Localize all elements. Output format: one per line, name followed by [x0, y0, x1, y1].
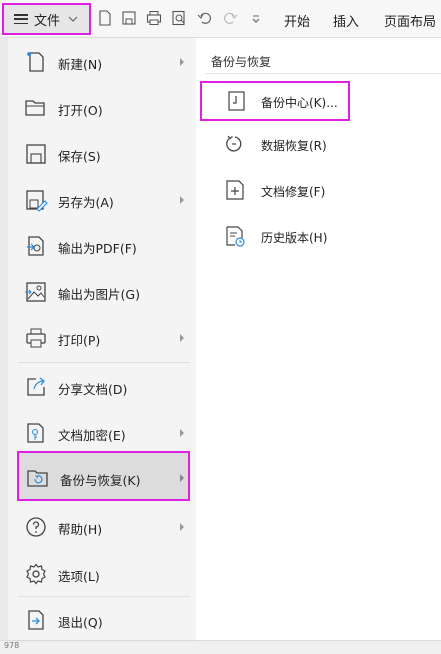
submenu-item-history-version[interactable]: 历史版本(H) [200, 218, 350, 254]
menu-item-label: 输出为PDF(F) [58, 241, 137, 256]
share-icon [27, 377, 45, 396]
chevron-right-icon [180, 523, 184, 531]
chevron-right-icon [180, 474, 184, 482]
tab-page-layout[interactable]: 页面布局 [384, 11, 436, 30]
menu-item-label: 帮助(H) [58, 522, 103, 537]
backup-restore-icon [27, 470, 48, 487]
save-icon[interactable] [121, 10, 137, 26]
folder-open-icon [25, 100, 45, 116]
print-preview-icon[interactable] [171, 10, 187, 26]
chevron-right-icon [180, 429, 184, 437]
menu-item-label: 分享文档(D) [58, 382, 128, 397]
print-icon[interactable] [146, 10, 162, 26]
submenu-item-label: 历史版本(H) [261, 231, 328, 245]
chevron-right-icon [180, 334, 184, 342]
toolbar: 文件 开始 插入 页面布局 [0, 0, 441, 38]
submenu-item-label: 文档修复(F) [261, 185, 326, 199]
menu-item-label: 打开(O) [58, 103, 103, 118]
menu-item-save-as[interactable]: 另存为(A) [8, 180, 194, 220]
gear-icon [26, 563, 46, 585]
help-icon [26, 517, 46, 537]
save-as-icon [26, 190, 48, 212]
encrypt-icon [27, 423, 44, 443]
submenu-item-backup-center[interactable]: 备份中心(K)... [200, 81, 350, 121]
menu-divider [18, 362, 190, 363]
menu-item-label: 文档加密(E) [58, 428, 126, 443]
menu-item-print[interactable]: 打印(P) [8, 318, 194, 358]
menu-item-label: 退出(Q) [58, 615, 103, 630]
menu-item-label: 输出为图片(G) [58, 287, 140, 302]
menu-item-export-image[interactable]: 输出为图片(G) [8, 272, 194, 312]
menu-item-encrypt[interactable]: 文档加密(E) [8, 413, 194, 453]
export-image-icon [25, 282, 46, 302]
submenu-item-data-restore[interactable]: 数据恢复(R) [200, 126, 350, 162]
submenu-title: 备份与恢复 [211, 55, 272, 69]
menu-item-new[interactable]: 新建(N) [8, 42, 194, 82]
new-doc-icon [27, 52, 44, 72]
cell-reference-text: 978 [4, 641, 20, 650]
menu-item-label: 另存为(A) [58, 195, 114, 210]
print-icon [26, 328, 46, 348]
menu-item-open[interactable]: 打开(O) [8, 88, 194, 128]
save-icon [26, 144, 46, 164]
submenu-item-doc-repair[interactable]: 文档修复(F) [200, 172, 350, 208]
row-header-strip [0, 38, 8, 653]
chevron-right-icon [180, 58, 184, 66]
data-restore-icon [226, 135, 242, 152]
menu-item-exit[interactable]: 退出(Q) [8, 600, 194, 640]
menu-item-export-pdf[interactable]: 输出为PDF(F) [8, 226, 194, 266]
menu-item-label: 备份与恢复(K) [60, 473, 141, 488]
backup-center-icon [228, 91, 245, 111]
submenu-item-label: 备份中心(K)... [261, 96, 338, 110]
chevron-right-icon [180, 196, 184, 204]
menu-item-backup-restore[interactable]: 备份与恢复(K) [17, 451, 190, 501]
new-file-icon[interactable] [97, 10, 113, 26]
exit-icon [28, 610, 44, 630]
menu-item-save[interactable]: 保存(S) [8, 134, 194, 174]
menu-item-label: 保存(S) [58, 149, 101, 164]
menu-item-help[interactable]: 帮助(H) [8, 507, 194, 547]
menu-item-label: 新建(N) [58, 57, 103, 72]
file-menu-button[interactable]: 文件 [2, 3, 91, 35]
customize-toolbar-icon[interactable] [248, 10, 264, 26]
hamburger-icon [14, 14, 28, 24]
menu-item-options[interactable]: 选项(L) [8, 554, 194, 594]
status-strip: 978 [0, 640, 441, 654]
menu-item-share[interactable]: 分享文档(D) [8, 367, 194, 407]
submenu-item-label: 数据恢复(R) [261, 139, 327, 153]
doc-repair-icon [226, 180, 244, 200]
menu-divider [18, 596, 190, 597]
tab-insert[interactable]: 插入 [333, 11, 359, 30]
menu-item-label: 选项(L) [58, 569, 100, 584]
tab-start[interactable]: 开始 [284, 11, 310, 30]
chevron-down-icon [68, 16, 78, 22]
undo-icon[interactable] [197, 10, 213, 26]
menu-item-label: 打印(P) [58, 333, 101, 348]
export-pdf-icon [27, 236, 44, 256]
history-version-icon [226, 226, 245, 247]
submenu-divider [205, 73, 441, 74]
redo-icon[interactable] [222, 10, 238, 26]
file-menu-label: 文件 [34, 13, 61, 29]
